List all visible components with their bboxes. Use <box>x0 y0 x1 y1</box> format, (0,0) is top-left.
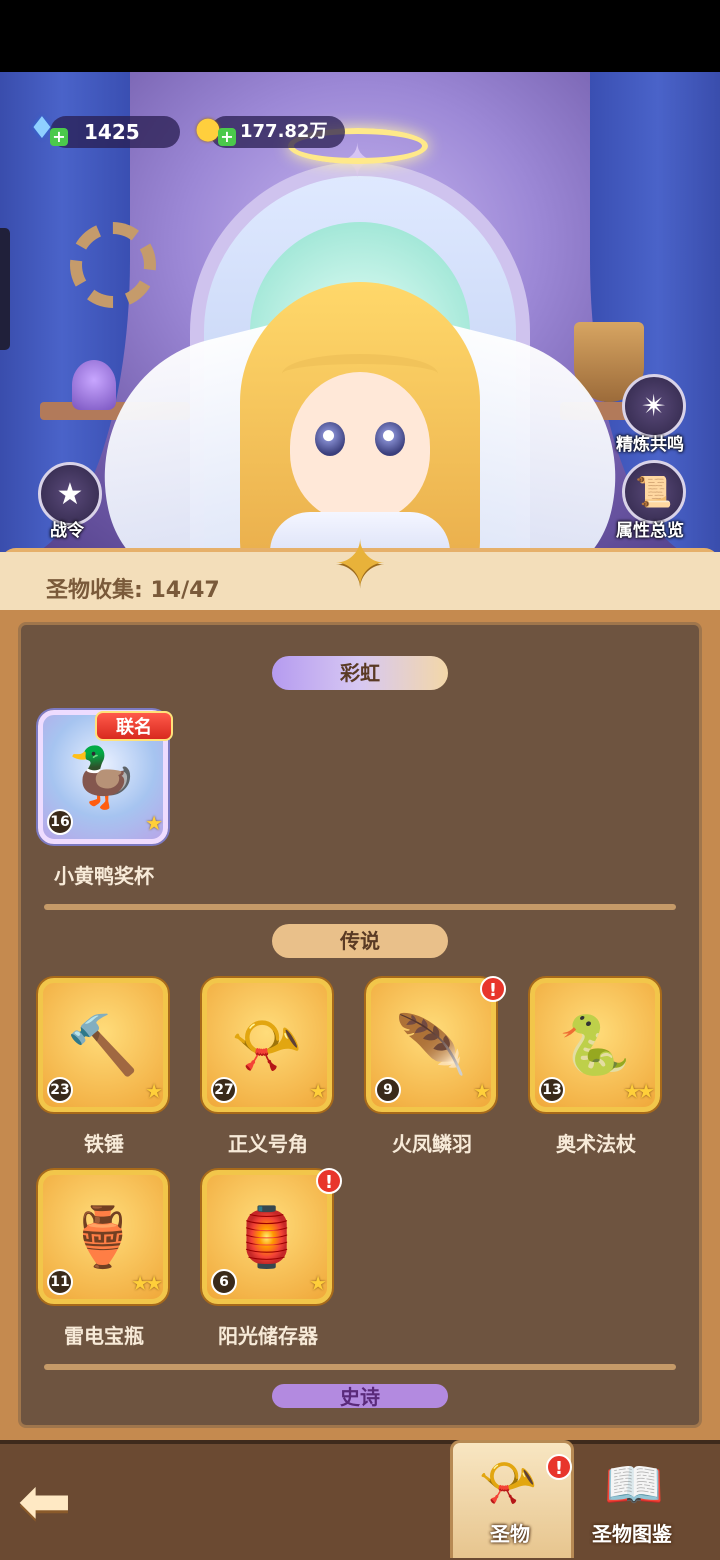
attribute-overview-button[interactable]: 📜 <box>622 460 686 524</box>
relic-name: 雷电宝瓶 <box>64 1324 144 1348</box>
relic-name: 小黄鸭奖杯 <box>54 864 154 888</box>
tab-relics-label: 圣物 <box>490 1522 530 1546</box>
horn-icon: 📯 <box>230 1011 304 1079</box>
alert-icon: ! <box>316 1168 342 1194</box>
side-pull-tab[interactable] <box>0 228 10 350</box>
alert-icon: ! <box>480 976 506 1002</box>
battle-pass-label: 战令 <box>50 521 84 541</box>
relic-card-feather[interactable]: 🪶 9 ★ <box>366 978 496 1112</box>
back-arrow-icon[interactable]: ⬅ <box>18 1470 98 1534</box>
relic-card-staff[interactable]: 🐍 13 ★★ <box>530 978 660 1112</box>
add-gold-icon[interactable]: + <box>218 128 236 146</box>
feather-icon: 🪶 <box>394 1011 468 1079</box>
relic-horn-icon: 📯 <box>478 1455 538 1511</box>
gold-amount: 177.82万 <box>240 121 328 142</box>
compass-star-icon: ✴ <box>641 388 667 424</box>
relic-card-thunder-vase[interactable]: 🏺 11 ★★ <box>38 1170 168 1304</box>
thunder-vase-icon: 🏺 <box>66 1203 140 1271</box>
section-divider <box>44 904 676 910</box>
relic-level: 23 <box>47 1077 73 1103</box>
status-bar <box>0 0 720 72</box>
attribute-overview-label: 属性总览 <box>616 521 684 541</box>
relic-stars: ★★ <box>131 1271 163 1295</box>
relic-name: 正义号角 <box>228 1132 308 1156</box>
relic-level: 11 <box>47 1269 73 1295</box>
section-divider <box>44 1364 676 1370</box>
duck-trophy-icon: 🦆 <box>66 743 140 811</box>
relic-name: 铁锤 <box>84 1132 124 1156</box>
relic-stars: ★ <box>309 1271 327 1295</box>
gem-amount: 1425 <box>84 120 140 144</box>
gear-decoration <box>70 222 156 308</box>
relic-stars: ★ <box>145 811 163 835</box>
relic-level: 9 <box>375 1077 401 1103</box>
lantern-icon: 🏮 <box>230 1203 304 1271</box>
add-gems-icon[interactable]: + <box>50 128 68 146</box>
refine-resonance-button[interactable]: ✴ <box>622 374 686 438</box>
refine-resonance-label: 精炼共鸣 <box>616 435 684 455</box>
section-epic-header: 史诗 <box>272 1384 448 1408</box>
tab-alert-icon: ! <box>546 1454 572 1480</box>
angel-eye-right <box>375 422 405 456</box>
relic-card-duck-trophy[interactable]: 🦆 16 ★ 联名 <box>38 710 173 844</box>
collab-badge: 联名 <box>95 711 173 741</box>
star-badge-icon: ★ <box>56 476 84 512</box>
relic-name: 火凤鳞羽 <box>392 1132 472 1156</box>
relic-stars: ★ <box>145 1079 163 1103</box>
scroll-icon: 📜 <box>635 474 673 510</box>
angel-eye-left <box>315 422 345 456</box>
relic-card-horn[interactable]: 📯 27 ★ <box>202 978 332 1112</box>
relic-level: 27 <box>211 1077 237 1103</box>
hammer-icon: 🔨 <box>66 1011 140 1079</box>
relic-level: 13 <box>539 1077 565 1103</box>
relic-stars: ★★ <box>623 1079 655 1103</box>
gem-counter: 1425 <box>50 116 180 148</box>
relic-level: 6 <box>211 1269 237 1295</box>
staff-icon: 🐍 <box>558 1011 632 1079</box>
tab-relic-codex-label[interactable]: 圣物图鉴 <box>592 1518 672 1547</box>
section-rainbow-header: 彩虹 <box>272 656 448 690</box>
section-legend-header: 传说 <box>272 924 448 958</box>
relic-stars: ★ <box>309 1079 327 1103</box>
relic-card-hammer[interactable]: 🔨 23 ★ <box>38 978 168 1112</box>
relic-card-lantern[interactable]: 🏮 6 ★ <box>202 1170 332 1304</box>
relic-name: 奥术法杖 <box>556 1132 636 1156</box>
relic-stars: ★ <box>473 1079 491 1103</box>
relic-name: 阳光储存器 <box>218 1324 318 1348</box>
angel-face <box>290 372 430 522</box>
potion-decoration <box>72 360 116 410</box>
relic-level: 16 <box>47 809 73 835</box>
gold-star-ornament-icon: ✦ <box>333 528 387 602</box>
codex-book-icon[interactable]: 📖 <box>604 1456 664 1513</box>
collection-progress: 圣物收集: 14/47 <box>46 578 220 603</box>
